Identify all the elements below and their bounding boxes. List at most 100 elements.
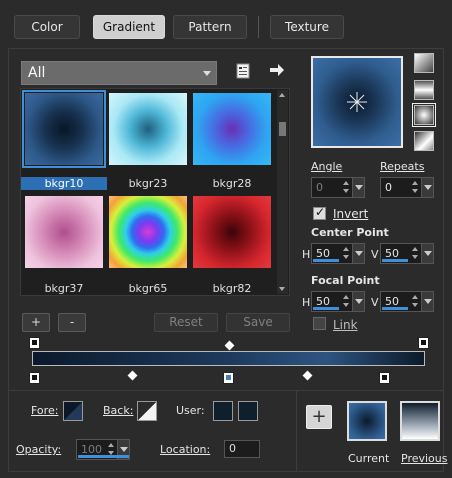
focal-v-level-bar (382, 307, 408, 310)
center-point-label: Center Point (311, 226, 389, 239)
color-stop-0[interactable] (29, 372, 40, 384)
focal-point-label: Focal Point (311, 274, 380, 287)
opacity-spinbox[interactable]: 100 (76, 439, 130, 460)
stop-marker (382, 375, 387, 380)
stop-marker (421, 340, 426, 345)
gradient-thumb-bkgr28[interactable] (193, 93, 271, 165)
tab-gradient[interactable]: Gradient (93, 15, 165, 39)
scroll-up-icon[interactable] (279, 93, 285, 97)
fore-color-swatch[interactable] (63, 401, 83, 421)
fore-label: Fore: (31, 404, 59, 417)
angle-value: 0 (316, 181, 323, 194)
gradient-thumb-bkgr10[interactable] (22, 90, 106, 168)
gradient-thumb-bkgr23[interactable] (109, 93, 187, 165)
center-h-label: H (302, 248, 311, 261)
tab-bar: Color Gradient Pattern Texture (0, 0, 452, 50)
remove-gradient-button[interactable]: - (58, 313, 86, 332)
chevron-down-icon[interactable] (421, 244, 433, 263)
sunburst-style-button[interactable] (412, 103, 436, 127)
invert-label: Invert (333, 207, 369, 221)
focal-h-label: H (302, 296, 311, 309)
repeats-value: 0 (385, 181, 392, 194)
gradient-thumb-label: bkgr65 (128, 282, 168, 295)
resource-manager-icon[interactable] (234, 62, 252, 80)
previous-label: Previous (401, 452, 448, 465)
spin-arrows-icon[interactable] (343, 180, 351, 195)
focal-h-level-bar (313, 307, 339, 310)
scroll-down-icon[interactable] (279, 287, 285, 291)
tab-color[interactable]: Color (14, 15, 80, 39)
gradient-thumb-label: bkgr10 (21, 177, 107, 190)
invert-checkbox[interactable]: ✓ (313, 205, 326, 220)
gradient-thumb-label: bkgr28 (212, 177, 252, 190)
spin-arrows-icon[interactable] (343, 294, 351, 309)
center-h-spinbox[interactable]: 50 (311, 243, 365, 264)
location-label: Location: (160, 443, 211, 456)
gradient-thumb-label: bkgr37 (44, 282, 84, 295)
chevron-down-icon[interactable] (352, 178, 364, 197)
user-color-swatch-2[interactable] (238, 401, 258, 421)
repeats-label: Repeats (380, 160, 425, 173)
stop-marker (226, 375, 231, 380)
tab-pattern[interactable]: Pattern (173, 15, 247, 39)
chevron-down-icon[interactable] (352, 292, 364, 311)
color-stop-2[interactable] (379, 372, 390, 384)
add-gradient-button[interactable]: + (22, 313, 50, 332)
current-gradient-swatch[interactable] (347, 401, 387, 441)
gradient-thumb-bkgr65[interactable] (109, 196, 187, 268)
link-checkbox[interactable] (313, 317, 326, 330)
previous-gradient-swatch[interactable] (400, 401, 440, 441)
location-input[interactable]: 0 (224, 440, 260, 458)
gradient-thumb-bkgr82[interactable] (193, 196, 271, 268)
angle-label: Angle (311, 160, 343, 173)
chevron-down-icon (203, 71, 211, 76)
spin-arrows-icon[interactable] (412, 246, 420, 261)
opacity-label: Opacity: (16, 443, 62, 456)
focal-h-spinbox[interactable]: 50 (311, 291, 365, 312)
linear-style-button[interactable] (414, 53, 434, 73)
user-color-swatch-1[interactable] (213, 401, 233, 421)
spin-arrows-icon[interactable] (412, 294, 420, 309)
gradient-thumb-label: bkgr82 (212, 282, 252, 295)
back-label: Back: (103, 404, 134, 417)
category-dropdown[interactable]: All (21, 61, 217, 85)
radial-style-button[interactable] (414, 131, 434, 151)
color-stop-1[interactable] (223, 372, 234, 384)
link-label: Link (333, 318, 358, 332)
repeats-spinbox[interactable]: 0 (380, 177, 434, 198)
center-h-level-bar (313, 259, 339, 262)
angle-spinbox[interactable]: 0 (311, 177, 365, 198)
focal-v-spinbox[interactable]: 50 (380, 291, 434, 312)
spin-arrows-icon[interactable] (343, 246, 351, 261)
chevron-down-icon[interactable] (352, 244, 364, 263)
chevron-down-icon[interactable] (421, 292, 433, 311)
chevron-down-icon[interactable] (421, 178, 433, 197)
divider (296, 391, 297, 471)
tab-texture[interactable]: Texture (270, 15, 344, 39)
center-v-level-bar (382, 259, 408, 262)
checkmark-icon: ✓ (315, 205, 326, 219)
save-button[interactable]: Save (226, 313, 290, 332)
center-point-crosshair-icon[interactable] (313, 58, 401, 146)
opacity-level-bar (78, 455, 129, 458)
gradient-thumb-label: bkgr23 (128, 177, 168, 190)
scrollbar-thumb[interactable] (279, 122, 286, 136)
transparency-stop-end[interactable] (418, 337, 429, 349)
add-to-swatches-button[interactable]: + (306, 405, 332, 429)
gradient-thumb-bkgr37[interactable] (25, 196, 103, 268)
gradient-bar[interactable] (32, 351, 425, 366)
back-color-swatch[interactable] (137, 401, 157, 421)
category-selected-value: All (28, 65, 46, 81)
rectangular-style-button[interactable] (414, 80, 434, 100)
stop-marker (32, 375, 37, 380)
arrow-right-icon[interactable] (268, 61, 286, 79)
transparency-stop-start[interactable] (29, 337, 40, 349)
center-v-spinbox[interactable]: 50 (380, 243, 434, 264)
current-label: Current (348, 452, 390, 465)
spin-arrows-icon[interactable] (412, 180, 420, 195)
tab-separator (258, 16, 259, 38)
center-v-label: V (371, 248, 379, 261)
gallery-scrollbar[interactable] (277, 90, 288, 294)
reset-button[interactable]: Reset (154, 313, 218, 332)
user-label: User: (176, 404, 205, 417)
